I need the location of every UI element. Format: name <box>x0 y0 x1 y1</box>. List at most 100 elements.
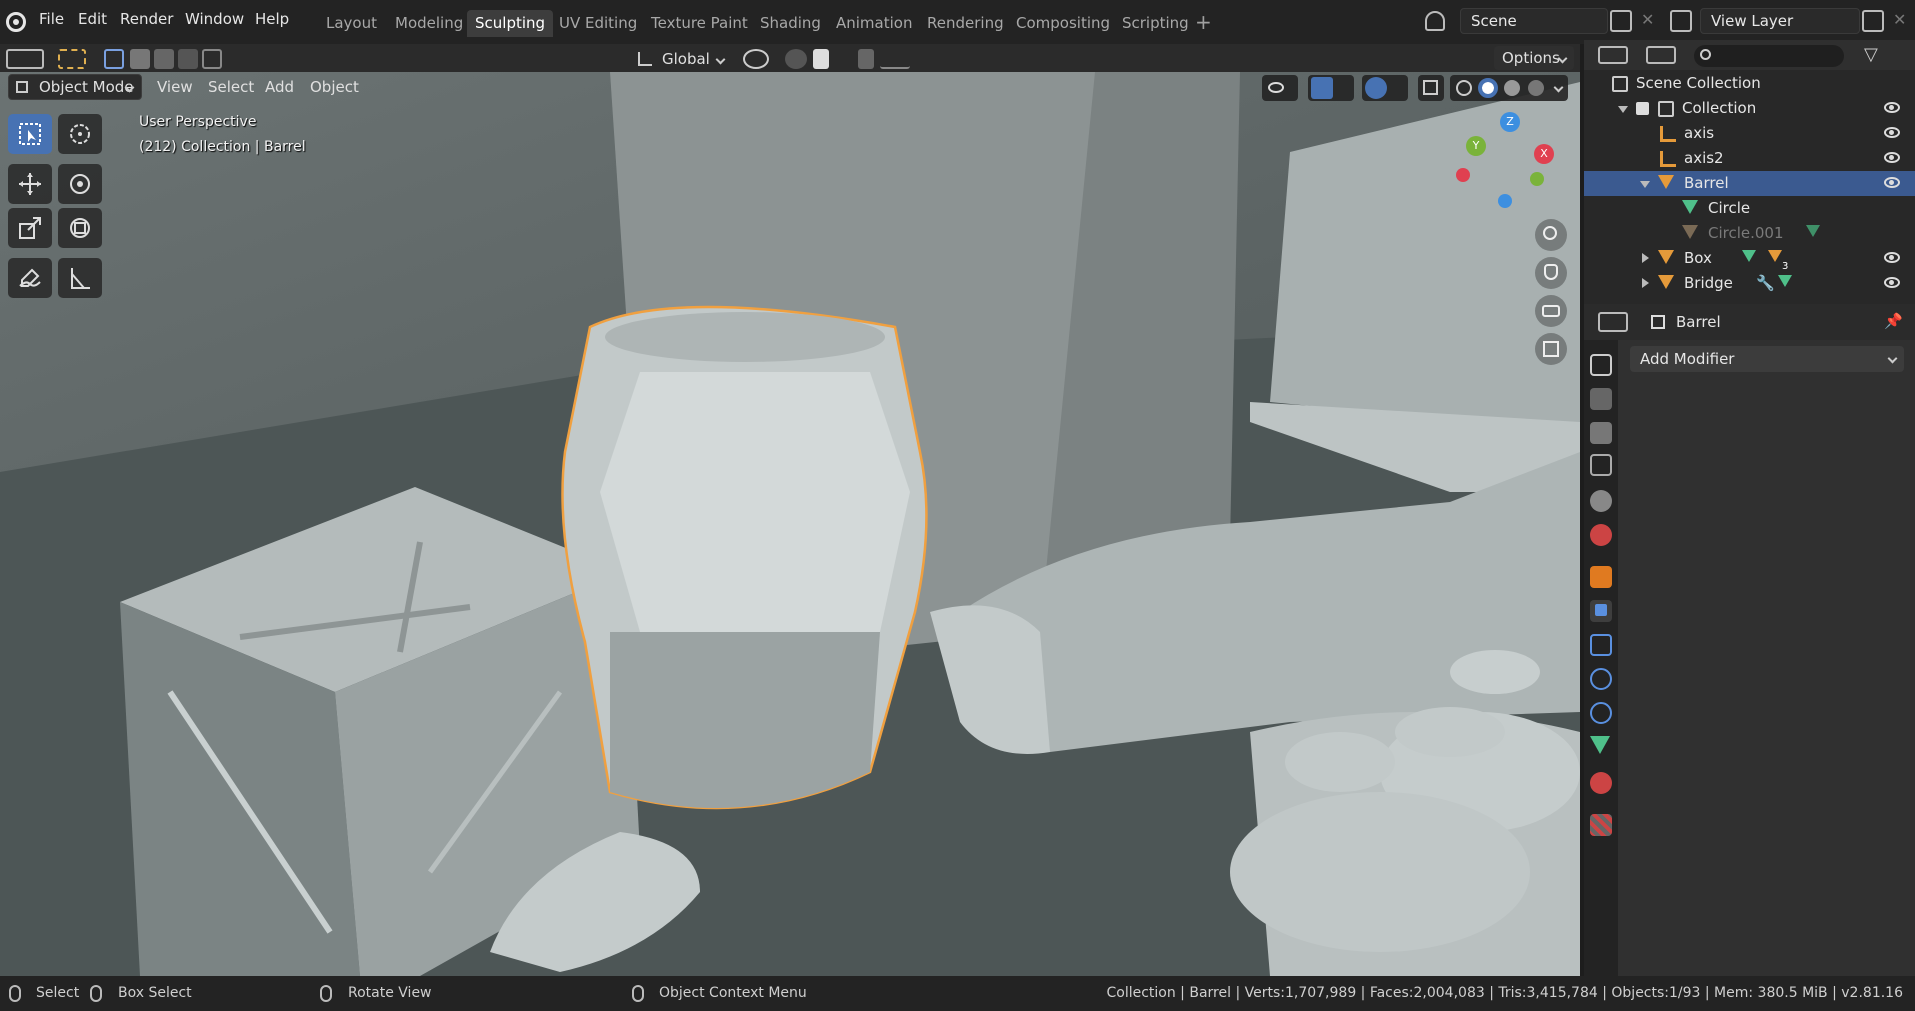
pan-hand-icon[interactable] <box>1535 257 1567 289</box>
select-mode-invert-icon[interactable] <box>178 49 198 69</box>
menu-edit[interactable]: Edit <box>78 10 107 28</box>
shading-modes[interactable] <box>1450 75 1568 101</box>
tab-animation[interactable]: Animation <box>828 10 920 37</box>
select-mode-new-icon[interactable] <box>104 49 124 69</box>
snap-target-icon[interactable] <box>813 49 829 69</box>
expand-arrow-icon[interactable] <box>1642 253 1649 263</box>
add-workspace-icon[interactable]: + <box>1195 10 1212 34</box>
outliner-row-collection[interactable]: Collection <box>1584 96 1915 121</box>
outliner-row-scene-collection[interactable]: Scene Collection <box>1584 71 1915 96</box>
object-tab-icon[interactable] <box>1590 566 1612 588</box>
material-shading-icon[interactable] <box>1504 80 1520 96</box>
viewport-menu-object[interactable]: Object <box>310 78 359 96</box>
perspective-grid-icon[interactable] <box>1535 333 1567 365</box>
select-mode-intersect-icon[interactable] <box>202 49 222 69</box>
outliner-row-axis[interactable]: axis <box>1584 121 1915 146</box>
pivot-point-icon[interactable] <box>743 49 769 69</box>
viewport-menu-view[interactable]: View <box>157 78 193 96</box>
snap-icon[interactable] <box>785 49 807 69</box>
cursor-tool[interactable] <box>58 114 102 154</box>
tab-modeling[interactable]: Modeling <box>387 10 471 37</box>
move-tool[interactable] <box>8 164 52 204</box>
tab-rendering[interactable]: Rendering <box>919 10 1012 37</box>
eye-icon[interactable] <box>1884 177 1900 188</box>
outliner-row-axis2[interactable]: axis2 <box>1584 146 1915 171</box>
overlays-toggle[interactable] <box>1362 75 1408 101</box>
proportional-edit-icon[interactable] <box>858 49 874 69</box>
view-layer-field[interactable]: View Layer <box>1700 8 1860 34</box>
remove-scene-icon[interactable]: ✕ <box>1641 10 1654 29</box>
texture-tab-icon[interactable] <box>1590 814 1612 836</box>
axis-neg-y-handle[interactable] <box>1530 172 1544 186</box>
object-mode-dropdown[interactable]: Object Mode <box>8 74 142 100</box>
outliner-row-box[interactable]: Box 3 <box>1584 246 1915 272</box>
new-view-layer-icon[interactable] <box>1862 10 1884 32</box>
axis-neg-z-handle[interactable] <box>1498 194 1512 208</box>
falloff-curve-icon[interactable] <box>880 49 910 69</box>
blender-logo-icon[interactable] <box>6 12 26 32</box>
axis-z-handle[interactable]: Z <box>1500 112 1520 132</box>
view-layer-tab-icon[interactable] <box>1590 454 1612 476</box>
expand-arrow-icon[interactable] <box>1642 278 1649 288</box>
add-modifier-dropdown[interactable]: Add Modifier <box>1630 346 1904 372</box>
eye-icon[interactable] <box>1884 152 1900 163</box>
solid-shading-icon[interactable] <box>1478 78 1498 98</box>
rotate-tool[interactable] <box>58 164 102 204</box>
transform-tool[interactable] <box>58 208 102 248</box>
constraints-tab-icon[interactable] <box>1590 702 1612 724</box>
material-tab-icon[interactable] <box>1590 772 1612 794</box>
remove-view-layer-icon[interactable]: ✕ <box>1893 10 1906 29</box>
tab-uv-editing[interactable]: UV Editing <box>551 10 645 37</box>
tab-shading[interactable]: Shading <box>752 10 829 37</box>
physics-tab-icon[interactable] <box>1590 668 1612 690</box>
scale-tool[interactable] <box>8 208 52 248</box>
options-button[interactable]: Options <box>1494 46 1574 70</box>
mesh-data-tab-icon[interactable] <box>1590 736 1610 754</box>
xray-toggle[interactable] <box>1418 75 1444 101</box>
viewport-menu-select[interactable]: Select <box>208 78 254 96</box>
select-mode-extend-icon[interactable] <box>130 49 150 69</box>
tab-scripting[interactable]: Scripting <box>1114 10 1197 37</box>
axis-x-handle[interactable]: X <box>1534 144 1554 164</box>
outliner-editor-type-icon[interactable] <box>1598 46 1628 64</box>
annotate-tool[interactable] <box>8 258 52 298</box>
eye-icon[interactable] <box>1884 102 1900 113</box>
tab-layout[interactable]: Layout <box>318 10 385 37</box>
scene-type-icon[interactable] <box>1425 11 1445 31</box>
tool-tab-icon[interactable] <box>1590 354 1612 376</box>
measure-tool[interactable] <box>58 258 102 298</box>
select-tool-icon[interactable] <box>58 49 86 69</box>
collection-checkbox[interactable] <box>1636 102 1649 115</box>
select-mode-subtract-icon[interactable] <box>154 49 174 69</box>
world-tab-icon[interactable] <box>1590 524 1612 546</box>
menu-help[interactable]: Help <box>255 10 289 28</box>
viewport-menu-add[interactable]: Add <box>265 78 294 96</box>
outliner-row-circle-001[interactable]: Circle.001 <box>1584 221 1915 246</box>
outliner-row-barrel[interactable]: Barrel <box>1584 171 1915 196</box>
outliner-row-circle[interactable]: Circle <box>1584 196 1915 221</box>
axis-y-handle[interactable]: Y <box>1466 136 1486 156</box>
tab-texture-paint[interactable]: Texture Paint <box>643 10 756 37</box>
render-tab-icon[interactable] <box>1590 388 1612 410</box>
visibility-dropdown[interactable] <box>1262 75 1298 101</box>
menu-render[interactable]: Render <box>120 10 173 28</box>
properties-editor-type-icon[interactable] <box>1598 312 1628 332</box>
eye-icon[interactable] <box>1884 127 1900 138</box>
outliner-row-bridge[interactable]: Bridge 🔧 <box>1584 271 1915 296</box>
camera-icon[interactable] <box>1535 295 1567 327</box>
menu-window[interactable]: Window <box>185 10 244 28</box>
eye-icon[interactable] <box>1884 277 1900 288</box>
particles-tab-icon[interactable] <box>1590 634 1612 656</box>
new-scene-icon[interactable] <box>1610 10 1632 32</box>
modifier-tab-icon[interactable] <box>1590 600 1612 622</box>
outliner-search-input[interactable] <box>1694 45 1844 67</box>
output-tab-icon[interactable] <box>1590 422 1612 444</box>
transform-orientation-dropdown[interactable]: Global <box>632 47 732 71</box>
3d-viewport[interactable]: User Perspective (212) Collection | Barr… <box>0 72 1580 976</box>
expand-arrow-icon[interactable] <box>1640 181 1650 188</box>
tab-sculpting[interactable]: Sculpting <box>467 10 554 37</box>
gizmo-toggle[interactable] <box>1308 75 1354 101</box>
tab-compositing[interactable]: Compositing <box>1008 10 1118 37</box>
menu-file[interactable]: File <box>39 10 64 28</box>
display-mode-icon[interactable] <box>1646 46 1676 64</box>
